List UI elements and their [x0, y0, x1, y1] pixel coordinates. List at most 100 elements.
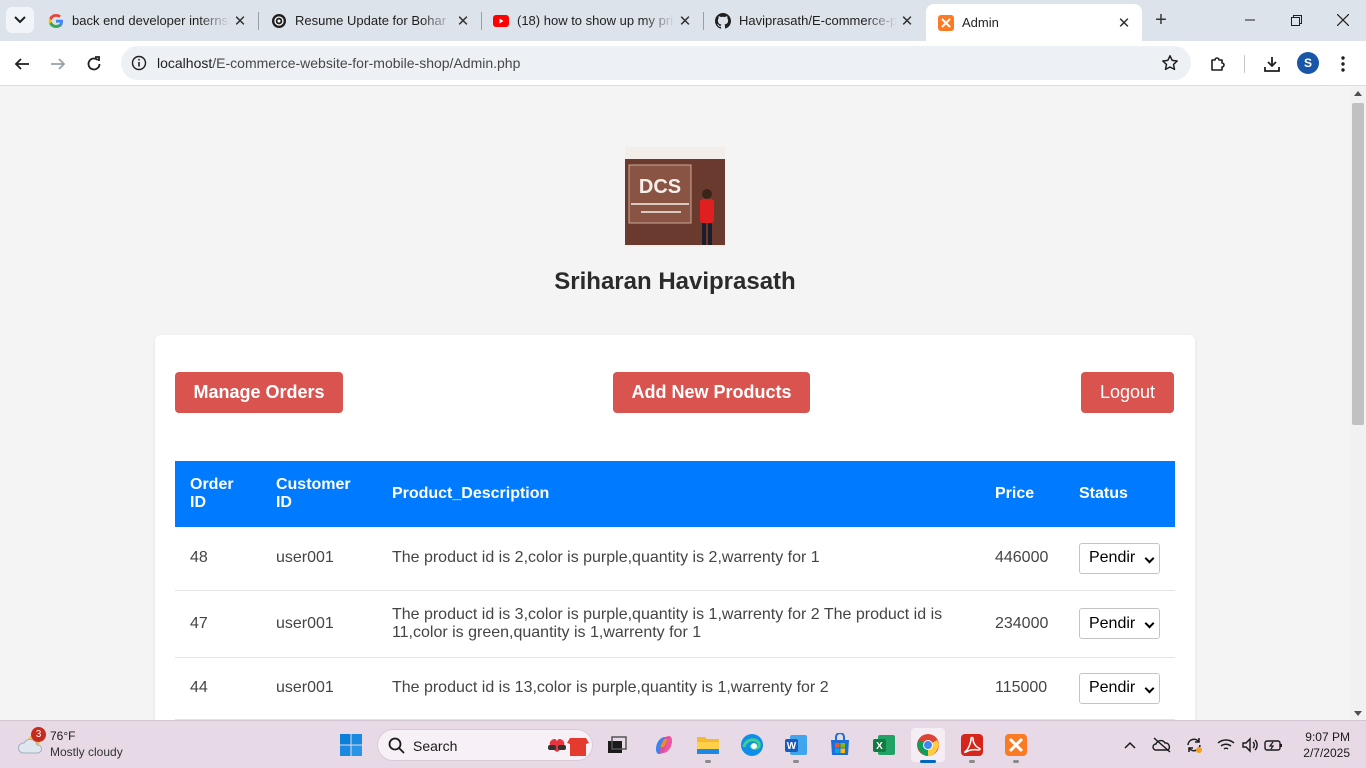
cell-customer-id: user001: [260, 527, 377, 591]
header-product-description: Product_Description: [376, 461, 980, 527]
admin-profile-photo: DCS: [625, 147, 725, 247]
chrome-icon[interactable]: [911, 728, 945, 763]
photo-sign-text: DCS: [639, 176, 681, 198]
excel-icon[interactable]: X: [867, 728, 901, 762]
cell-customer-id: user001: [260, 590, 377, 658]
cell-description: The product id is 13,color is purple,qua…: [376, 657, 980, 720]
cell-order-id: 47: [175, 590, 261, 658]
close-tab-icon[interactable]: ✕: [453, 11, 473, 31]
status-select[interactable]: Pendir: [1078, 542, 1160, 574]
google-icon: [48, 13, 64, 29]
browser-tab-3[interactable]: (18) how to show up my priv ✕: [481, 4, 703, 37]
svg-text:X: X: [876, 741, 883, 752]
scroll-up-arrow-icon[interactable]: [1354, 91, 1362, 96]
status-select[interactable]: Pendir: [1078, 608, 1160, 639]
close-tab-icon[interactable]: ✕: [675, 11, 695, 31]
restore-icon[interactable]: [1273, 0, 1319, 40]
cell-description: The product id is 2,color is purple,quan…: [376, 527, 980, 591]
reload-icon[interactable]: [79, 49, 109, 79]
running-indicator: [705, 760, 711, 763]
download-icon[interactable]: [1257, 49, 1287, 79]
table-row: 44 user001 The product id is 13,color is…: [175, 657, 1175, 720]
show-hidden-icons-chevron-icon[interactable]: [1120, 735, 1140, 755]
scrollbar-thumb[interactable]: [1352, 103, 1364, 425]
svg-text:W: W: [787, 741, 797, 752]
running-indicator: [969, 760, 975, 763]
taskbar-search-box[interactable]: Search: [377, 729, 593, 761]
tab-title: Admin: [962, 15, 999, 30]
xampp-taskbar-icon[interactable]: [999, 728, 1033, 763]
header-status: Status: [1063, 461, 1175, 527]
url-path: /E-commerce-website-for-mobile-shop/Admi…: [212, 55, 521, 71]
cell-price: 234000: [979, 590, 1064, 658]
clock-date[interactable]: 2/7/2025: [1290, 746, 1350, 760]
table-header-row: Order ID Customer ID Product_Description…: [175, 461, 1175, 527]
weather-description: Mostly cloudy: [50, 745, 123, 759]
edge-browser-icon[interactable]: [735, 728, 769, 762]
clock-time[interactable]: 9:07 PM: [1298, 730, 1350, 744]
close-window-icon[interactable]: [1320, 0, 1366, 40]
battery-icon[interactable]: [1264, 735, 1284, 755]
cell-price: 115000: [979, 657, 1064, 720]
browser-tab-1[interactable]: back end developer internsh ✕: [36, 4, 258, 37]
running-indicator: [920, 760, 936, 763]
admin-panel-card: Manage Orders Add New Products Logout Or…: [155, 335, 1195, 720]
tab-title: back end developer internsh: [72, 13, 230, 28]
status-selected-value: Pendir: [1088, 549, 1136, 567]
close-tab-icon[interactable]: ✕: [230, 11, 250, 31]
onedrive-off-icon[interactable]: [1152, 735, 1172, 755]
add-new-products-button[interactable]: Add New Products: [613, 372, 810, 413]
toolbar-divider: [1244, 55, 1245, 73]
manage-orders-button[interactable]: Manage Orders: [175, 372, 343, 413]
close-tab-icon[interactable]: ✕: [897, 11, 917, 31]
windows-start-icon[interactable]: [334, 728, 368, 762]
weather-widget[interactable]: 3 76°F Mostly cloudy: [10, 721, 135, 768]
file-explorer-icon[interactable]: [691, 728, 725, 763]
close-tab-icon[interactable]: ✕: [1114, 13, 1134, 33]
browser-tab-2[interactable]: Resume Update for Bohar ✕: [259, 4, 481, 37]
status-selected-value: Pendir: [1088, 614, 1136, 632]
scroll-down-arrow-icon[interactable]: [1354, 711, 1362, 716]
wifi-icon[interactable]: [1216, 735, 1236, 755]
volume-icon[interactable]: [1240, 735, 1260, 755]
cell-order-id: 48: [175, 527, 261, 591]
tab-title: (18) how to show up my priv: [517, 13, 675, 28]
sync-icon[interactable]: [1184, 735, 1204, 755]
cell-status: Pendir: [1063, 527, 1175, 591]
site-info-icon[interactable]: [129, 53, 149, 73]
profile-avatar[interactable]: S: [1297, 52, 1319, 74]
task-view-icon[interactable]: [600, 728, 634, 762]
bookmark-star-icon[interactable]: [1159, 52, 1181, 74]
tab-title: Haviprasath/E-commerce-pl: [739, 13, 897, 28]
back-arrow-icon[interactable]: [7, 49, 37, 79]
more-menu-icon[interactable]: [1328, 49, 1358, 79]
search-highlight-icon: [548, 738, 589, 756]
extensions-puzzle-icon[interactable]: [1203, 49, 1233, 79]
chatgpt-icon: [271, 13, 287, 29]
weather-temperature: 76°F: [50, 729, 76, 743]
running-indicator: [1013, 760, 1019, 763]
admin-name-heading: Sriharan Haviprasath: [554, 268, 796, 295]
minimize-icon[interactable]: [1227, 0, 1273, 40]
word-icon[interactable]: W: [779, 728, 813, 763]
table-row: 47 user001 The product id is 3,color is …: [175, 590, 1175, 658]
chevron-down-icon: [14, 16, 26, 24]
status-select[interactable]: Pendir: [1078, 672, 1160, 704]
cell-price: 446000: [979, 527, 1064, 591]
acrobat-reader-icon[interactable]: [955, 728, 989, 763]
copilot-icon[interactable]: [647, 728, 681, 762]
tab-search-button[interactable]: [6, 7, 34, 33]
new-tab-plus-icon[interactable]: +: [1150, 9, 1172, 31]
browser-tab-4[interactable]: Haviprasath/E-commerce-pl ✕: [703, 4, 925, 37]
microsoft-store-icon[interactable]: [823, 728, 857, 762]
browser-tab-admin[interactable]: Admin ✕: [926, 4, 1142, 41]
forward-arrow-icon[interactable]: [43, 49, 73, 79]
orders-table: Order ID Customer ID Product_Description…: [175, 461, 1175, 720]
browser-tabstrip: back end developer internsh ✕ Resume Upd…: [0, 0, 1366, 41]
logout-button[interactable]: Logout: [1081, 372, 1174, 413]
cell-description: The product id is 3,color is purple,quan…: [376, 590, 980, 658]
page-scrollbar[interactable]: [1350, 87, 1366, 720]
url-host: localhost: [157, 55, 213, 71]
address-bar[interactable]: localhost/E-commerce-website-for-mobile-…: [121, 46, 1191, 80]
header-customer-id: Customer ID: [260, 461, 377, 527]
